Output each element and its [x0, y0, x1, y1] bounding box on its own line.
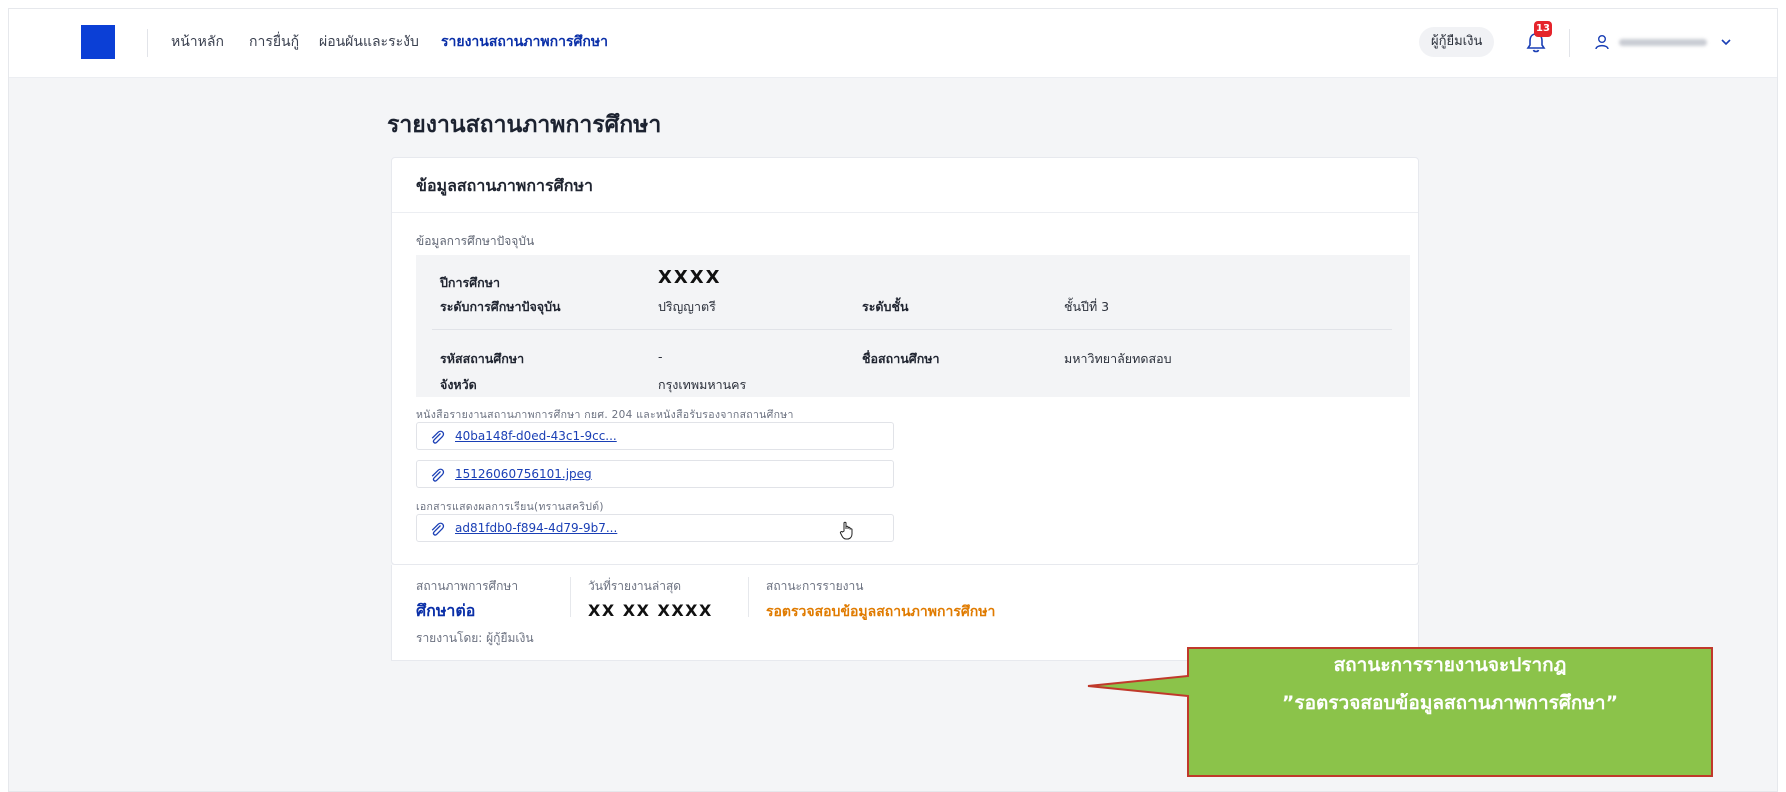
last-report-value: XX XX XXXX	[588, 601, 713, 620]
school-code-value: -	[658, 349, 663, 364]
paperclip-icon	[431, 430, 445, 444]
school-name-value: มหาวิทยาลัยทดสอบ	[1064, 351, 1172, 366]
edu-level-value: ปริญญาตรี	[658, 299, 716, 314]
role-badge[interactable]: ผู้กู้ยืมเงิน	[1419, 27, 1495, 57]
report-status-value: รอตรวจสอบข้อมูลสถานภาพการศึกษา	[766, 604, 996, 620]
edu-level-label: ระดับการศึกษาปัจจุบัน	[440, 299, 561, 314]
academic-year-label: ปีการศึกษา	[440, 275, 500, 290]
file-attachment[interactable]: ad81fdb0-f894-4d79-9b7...	[416, 514, 894, 542]
chevron-down-icon[interactable]	[1719, 35, 1733, 49]
callout-text: สถานะการรายงานจะปรากฎ ”รอตรวจสอบข้อมูลสถ…	[1190, 646, 1710, 722]
file-link[interactable]: ad81fdb0-f894-4d79-9b7...	[455, 521, 617, 535]
class-level-label: ระดับชั้น	[862, 299, 909, 314]
brand-logo[interactable]	[81, 25, 115, 59]
school-name-label: ชื่อสถานศึกษา	[862, 351, 940, 366]
page-title: รายงานสถานภาพการศึกษา	[387, 112, 662, 138]
province-label: จังหวัด	[440, 377, 477, 392]
province-value: กรุงเทพมหานคร	[658, 377, 747, 392]
nav-loan-apply[interactable]: การยื่นกู้	[249, 31, 299, 53]
user-icon	[1595, 35, 1609, 50]
nav-education-status[interactable]: รายงานสถานภาพการศึกษา	[441, 31, 608, 53]
edu-status-label: สถานภาพการศึกษา	[416, 579, 519, 593]
section-label: ข้อมูลการศึกษาปัจจุบัน	[416, 234, 535, 248]
card-header: ข้อมูลสถานภาพการศึกษา	[392, 158, 1418, 213]
nav-divider	[1569, 29, 1570, 57]
paperclip-icon	[431, 468, 445, 482]
report-status-label: สถานะการรายงาน	[766, 579, 864, 593]
user-name-redacted	[1619, 39, 1707, 46]
notification-badge: 13	[1534, 21, 1552, 37]
top-navbar: หน้าหลัก การยื่นกู้ ผ่อนผันและระงับ รายง…	[9, 9, 1777, 78]
card-title: ข้อมูลสถานภาพการศึกษา	[416, 176, 593, 195]
divider	[432, 329, 1392, 330]
edu-status-value: ศึกษาต่อ	[416, 601, 476, 620]
document-label-transcript: เอกสารแสดงผลการเรียน(ทรานสคริปต์)	[416, 501, 604, 513]
nav-deferment[interactable]: ผ่อนผันและระงับ	[319, 31, 419, 53]
file-attachment[interactable]: 15126060756101.jpeg	[416, 460, 894, 488]
nav-divider	[147, 29, 148, 57]
callout-line-2: ”รอตรวจสอบข้อมูลสถานภาพการศึกษา”	[1281, 692, 1619, 714]
file-attachment[interactable]: 40ba148f-d0ed-43c1-9cc...	[416, 422, 894, 450]
divider	[570, 577, 571, 617]
divider	[748, 577, 749, 617]
document-label-204: หนังสือรายงานสถานภาพการศึกษา กยศ. 204 แล…	[416, 409, 794, 421]
user-menu[interactable]	[1585, 27, 1743, 57]
class-level-value: ชั้นปีที่ 3	[1064, 299, 1110, 314]
file-link[interactable]: 40ba148f-d0ed-43c1-9cc...	[455, 429, 617, 443]
school-code-label: รหัสสถานศึกษา	[440, 351, 525, 366]
callout-line-1: สถานะการรายงานจะปรากฎ	[1333, 654, 1567, 676]
education-info-card: ข้อมูลสถานภาพการศึกษา ข้อมูลการศึกษาปัจจ…	[391, 157, 1419, 565]
file-link[interactable]: 15126060756101.jpeg	[455, 467, 592, 481]
paperclip-icon	[431, 522, 445, 536]
academic-year-value: XXXX	[658, 267, 722, 288]
nav-home[interactable]: หน้าหลัก	[171, 31, 224, 53]
current-education-panel: ปีการศึกษา XXXX ระดับการศึกษาปัจจุบัน ปร…	[416, 255, 1410, 397]
last-report-label: วันที่รายงานล่าสุด	[588, 579, 682, 593]
hand-cursor-icon	[839, 521, 853, 540]
reported-by: รายงานโดย: ผู้กู้ยืมเงิน	[416, 631, 534, 645]
